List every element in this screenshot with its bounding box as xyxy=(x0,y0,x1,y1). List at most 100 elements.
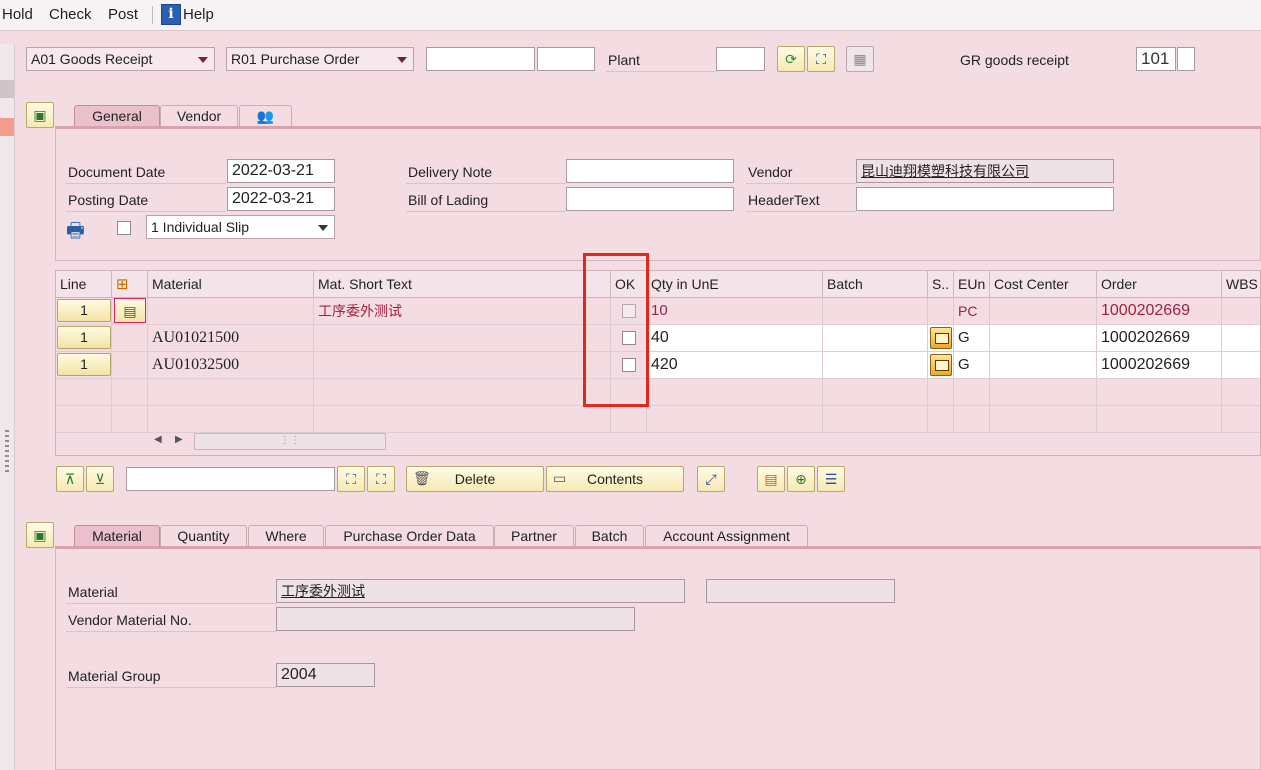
wbs-cell[interactable] xyxy=(1222,298,1260,324)
table-row[interactable]: 1 ▤ 工序委外测试 10 PC 1000202669 xyxy=(56,298,1260,325)
material-cell[interactable]: AU01021500 xyxy=(148,325,314,351)
tab-account-assignment[interactable]: Account Assignment xyxy=(645,525,808,547)
document-date-input[interactable]: 2022-03-21 xyxy=(227,159,335,183)
reference-input[interactable] xyxy=(426,47,535,71)
info-icon[interactable]: i xyxy=(161,4,181,25)
scroll-left-icon[interactable]: ◀ xyxy=(154,434,162,445)
list-settings-icon[interactable]: ☰ xyxy=(817,466,845,492)
col-short-text[interactable]: Mat. Short Text xyxy=(314,271,611,297)
order-cell[interactable]: 1000202669 xyxy=(1097,298,1222,324)
storage-icon[interactable] xyxy=(930,327,952,349)
tab-general[interactable]: General xyxy=(74,105,160,127)
plant-label: Plant xyxy=(608,52,640,68)
line-button[interactable]: 1 xyxy=(57,326,111,349)
cost-center-cell[interactable] xyxy=(990,352,1097,378)
action-dropdown[interactable]: A01 Goods Receipt xyxy=(26,47,215,71)
tab-where[interactable]: Where xyxy=(248,525,324,547)
posting-date-underline xyxy=(66,211,226,212)
select-all-icon[interactable]: ⊼ xyxy=(56,466,84,492)
print-checkbox[interactable] xyxy=(117,221,131,235)
hierarchy-cell xyxy=(112,352,148,378)
reference-dropdown[interactable]: R01 Purchase Order xyxy=(226,47,414,71)
tab-partner[interactable]: Partner xyxy=(494,525,574,547)
cost-center-cell[interactable] xyxy=(990,325,1097,351)
tab-vendor[interactable]: Vendor xyxy=(160,105,238,127)
line-button[interactable]: 1 xyxy=(57,299,111,322)
header-text-input[interactable] xyxy=(856,187,1114,211)
col-s[interactable]: S.. xyxy=(928,271,954,297)
document-date-label: Document Date xyxy=(68,164,166,180)
order-cell[interactable]: 1000202669 xyxy=(1097,325,1222,351)
col-eun[interactable]: EUn xyxy=(954,271,990,297)
table-settings-icon[interactable]: ▦ xyxy=(846,46,874,72)
stock-overview-icon[interactable]: ▤ xyxy=(757,466,785,492)
item-detail-icon[interactable]: ▤ xyxy=(114,298,146,323)
table-row[interactable]: 1 AU01032500 420 G 1000202669 xyxy=(56,352,1260,379)
line-button[interactable]: 1 xyxy=(57,353,111,376)
order-cell[interactable]: 1000202669 xyxy=(1097,352,1222,378)
slip-dropdown[interactable]: 1 Individual Slip xyxy=(146,215,335,239)
material-cell[interactable] xyxy=(148,298,314,324)
material-label: Material xyxy=(68,584,118,600)
cost-center-cell[interactable] xyxy=(990,298,1097,324)
toggle-header-icon[interactable]: ▣ xyxy=(26,102,54,128)
tab-quantity[interactable]: Quantity xyxy=(160,525,247,547)
menu-hold[interactable]: Hold xyxy=(2,6,33,23)
execute-icon[interactable]: ⟳ xyxy=(777,46,805,72)
batch-cell[interactable] xyxy=(823,352,928,378)
tab-material[interactable]: Material xyxy=(74,525,160,547)
material-cell[interactable]: AU01032500 xyxy=(148,352,314,378)
col-order[interactable]: Order xyxy=(1097,271,1222,297)
toggle-item-detail-icon[interactable]: ▣ xyxy=(26,522,54,548)
find-icon[interactable]: ⛶ xyxy=(337,466,365,492)
reference-input-2[interactable] xyxy=(537,47,595,71)
horizontal-scrollbar[interactable]: ⋮⋮ xyxy=(194,433,386,450)
left-strip-grip[interactable] xyxy=(5,430,9,474)
tab-po-data[interactable]: Purchase Order Data xyxy=(325,525,494,547)
batch-cell[interactable] xyxy=(823,298,928,324)
contents-button[interactable]: ▭ Contents xyxy=(546,466,684,492)
col-qty[interactable]: Qty in UnE xyxy=(647,271,823,297)
tab-partner-icon[interactable]: 👥 xyxy=(239,105,292,127)
col-wbs[interactable]: WBS xyxy=(1222,271,1260,297)
vendor-value[interactable]: 昆山迪翔模塑科技有限公司 xyxy=(856,159,1114,183)
delivery-note-label: Delivery Note xyxy=(408,164,493,180)
delivery-note-input[interactable] xyxy=(566,159,734,183)
batch-cell[interactable] xyxy=(823,325,928,351)
menu-post[interactable]: Post xyxy=(108,6,138,23)
col-hierarchy[interactable]: ⊞ xyxy=(112,271,148,297)
delete-button[interactable]: 🗑 Delete xyxy=(406,466,544,492)
material-group-value: 2004 xyxy=(276,663,375,687)
col-batch[interactable]: Batch xyxy=(823,271,928,297)
table-row[interactable]: 1 AU01021500 40 G 1000202669 xyxy=(56,325,1260,352)
col-cost-center[interactable]: Cost Center xyxy=(990,271,1097,297)
menu-help[interactable]: Help xyxy=(183,6,214,23)
qty-cell[interactable]: 420 xyxy=(647,352,823,378)
find-icon[interactable]: ⛶ xyxy=(807,46,835,72)
tab-batch[interactable]: Batch xyxy=(575,525,644,547)
storage-icon[interactable] xyxy=(930,354,952,376)
table-search-input[interactable] xyxy=(126,467,335,491)
plant-input[interactable] xyxy=(716,47,765,71)
s-cell xyxy=(928,325,954,351)
gr-label: GR goods receipt xyxy=(960,52,1069,68)
qty-cell[interactable]: 10 xyxy=(647,298,823,324)
find-next-icon[interactable]: ⛶ xyxy=(367,466,395,492)
wbs-cell[interactable] xyxy=(1222,352,1260,378)
scroll-right-icon[interactable]: ▶ xyxy=(175,434,183,445)
col-line[interactable]: Line xyxy=(56,271,112,297)
qty-cell[interactable]: 40 xyxy=(647,325,823,351)
add-line-icon[interactable]: ⊕ xyxy=(787,466,815,492)
movement-type-input[interactable]: 101 xyxy=(1136,47,1176,71)
posting-date-input[interactable]: 2022-03-21 xyxy=(227,187,335,211)
wbs-cell[interactable] xyxy=(1222,325,1260,351)
col-material[interactable]: Material xyxy=(148,271,314,297)
left-strip-handle[interactable] xyxy=(0,80,14,98)
material-value[interactable]: 工序委外测试 xyxy=(276,579,685,603)
menu-check[interactable]: Check xyxy=(49,6,92,23)
bill-of-lading-input[interactable] xyxy=(566,187,734,211)
expand-icon[interactable]: ⤢ xyxy=(697,466,725,492)
movement-type-input-2[interactable] xyxy=(1177,47,1195,71)
printer-icon[interactable]: 🖶 xyxy=(66,216,85,250)
deselect-all-icon[interactable]: ⊻ xyxy=(86,466,114,492)
